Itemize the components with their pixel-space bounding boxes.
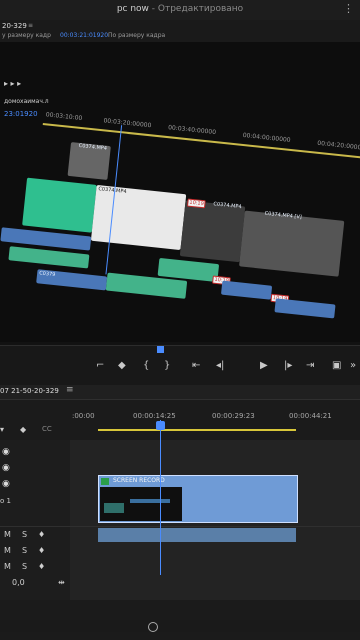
scroll-handle[interactable] (148, 622, 158, 632)
window-title-bar: pc now - Отредактировано ⋮ (0, 0, 360, 20)
mute-button[interactable]: M (4, 546, 11, 555)
mic-icon[interactable]: ♦ (38, 562, 45, 571)
captions-icon[interactable]: CC (42, 425, 52, 433)
go-to-end-icon[interactable]: ⇹ (58, 578, 65, 587)
playhead-line[interactable] (160, 420, 161, 575)
source-panel-header: 20-329 ≡ у размеру кадр 00:03:21:01920 П… (0, 20, 360, 43)
window-title: pc now - Отредактировано (116, 4, 244, 14)
track-label[interactable]: o 1 (0, 497, 11, 505)
panel-label: у размеру кадр (2, 32, 51, 39)
clip-thumbnail (100, 487, 182, 521)
ruler-label: 00:00:14:25 (133, 412, 176, 420)
marker-icon[interactable]: ◆ (20, 425, 26, 434)
ruler-label: 00:04:00:00000 (242, 131, 291, 144)
audio-clip[interactable] (274, 298, 336, 319)
mute-button[interactable]: M (4, 530, 11, 539)
audio-clip[interactable] (8, 246, 90, 269)
timeline-tracks: 00:03:10:00 00:03:20:00000 00:03:40:0000… (0, 52, 360, 342)
go-to-out-icon[interactable]: ⇥ (306, 360, 314, 371)
step-forward-icon[interactable]: |▸ (284, 360, 292, 371)
thumb-block (130, 499, 170, 503)
panel-menu-icon[interactable]: ≡ (66, 385, 74, 395)
fx-icon (101, 478, 109, 485)
eye-icon[interactable]: ◉ (2, 463, 10, 473)
ruler-label: 00:03:40:00000 (167, 124, 217, 137)
go-to-in-icon[interactable]: ⇤ (192, 360, 200, 371)
transport-bar: ⌐ ◆ { } ⇤ ◂| ▶ |▸ ⇥ ▣ » (0, 345, 360, 386)
thumb-block (104, 503, 124, 513)
sequence-name: 20-329 (2, 22, 27, 30)
eye-icon[interactable]: ◉ (2, 479, 10, 489)
fit-dropdown[interactable]: По размеру кадра (108, 32, 165, 39)
playhead-marker[interactable] (157, 346, 164, 353)
panel-menu-icon[interactable]: ≡ (28, 22, 33, 29)
mark-in-icon[interactable]: ⌐ (96, 360, 104, 371)
sequence-tab[interactable]: 07 21-50-20-329 (0, 387, 59, 395)
playhead-handle[interactable] (156, 421, 165, 430)
ruler-label: :00:00 (72, 412, 95, 420)
timecode-display[interactable]: 00:03:21:01920 (60, 32, 108, 39)
more-icon[interactable]: ⋮ (343, 2, 354, 15)
bracket-left-icon[interactable]: { (143, 360, 149, 371)
mute-button[interactable]: M (4, 562, 11, 571)
audio-clip[interactable] (98, 528, 296, 542)
solo-button[interactable]: S (22, 530, 27, 539)
export-frame-icon[interactable]: ▣ (332, 360, 341, 371)
mic-icon[interactable]: ♦ (38, 530, 45, 539)
mic-icon[interactable]: ♦ (38, 546, 45, 555)
solo-button[interactable]: S (22, 546, 27, 555)
step-back-icon[interactable]: ◂| (216, 360, 224, 371)
solo-button[interactable]: S (22, 562, 27, 571)
ruler-label: 00:03:20:00000 (103, 117, 152, 130)
marker-icon[interactable]: ◆ (118, 360, 126, 371)
video-clip[interactable] (239, 210, 345, 277)
audio-clip[interactable] (220, 280, 273, 300)
clip-label: SCREEN RECORD (113, 477, 165, 484)
wrench-icon[interactable]: ▾ (0, 425, 4, 434)
ruler-label: 00:00:29:23 (212, 412, 255, 420)
ruler-label: 00:04:20:00000 (316, 139, 360, 152)
video-clip[interactable] (90, 184, 187, 251)
track-headers (0, 440, 71, 600)
track-tools: ▾ ◆ CC (0, 425, 70, 439)
ruler-label: 00:03:10:00 (45, 111, 83, 123)
timeline-header: 07 21-50-20-329 ≡ (0, 385, 360, 400)
bracket-right-icon[interactable]: } (164, 360, 170, 371)
more-icon[interactable]: » (350, 360, 356, 371)
eye-icon[interactable]: ◉ (2, 447, 10, 457)
track-divider (0, 526, 360, 527)
ruler-label: 00:00:44:21 (289, 412, 332, 420)
play-icon[interactable]: ▶ (260, 360, 268, 371)
master-level[interactable]: 0,0 (12, 578, 25, 587)
work-area-bar[interactable] (98, 429, 296, 431)
horizontal-scrollbar[interactable] (0, 620, 360, 632)
editing-screen-photo: домохаимач.л 23:01920 ▸ ▸ ▸ 00:03:10:00 … (0, 42, 360, 342)
video-clip[interactable] (22, 177, 97, 233)
